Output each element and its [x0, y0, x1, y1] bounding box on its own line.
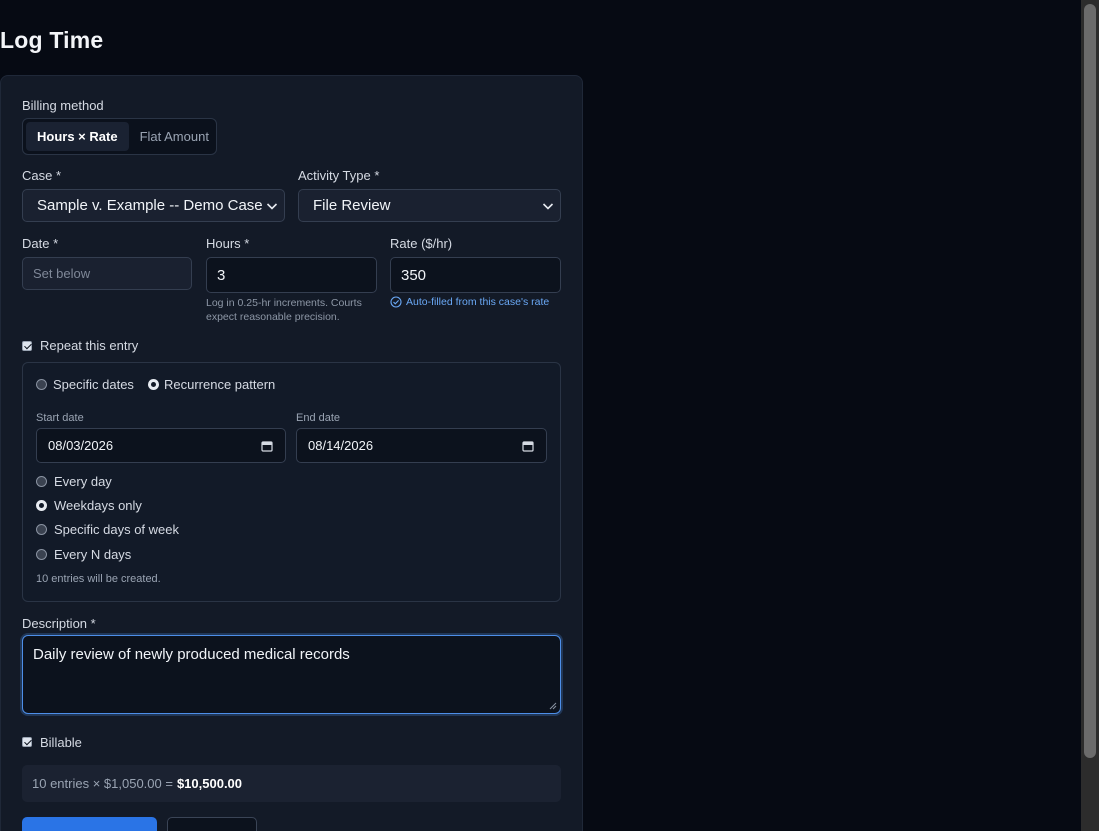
weekdays-only-label: Weekdays only — [54, 498, 142, 513]
every-n-days-radio[interactable] — [36, 549, 47, 560]
resize-handle-icon[interactable] — [549, 702, 557, 710]
rate-input[interactable]: 350 — [390, 257, 561, 293]
billable-checkbox[interactable] — [22, 737, 32, 747]
chevron-down-icon — [266, 202, 278, 210]
description-value: Daily review of newly produced medical r… — [33, 646, 350, 663]
recurrence-pattern-label: Recurrence pattern — [164, 377, 276, 392]
total-amount: $10,500.00 — [176, 776, 243, 791]
check-circle-icon — [390, 296, 402, 308]
calendar-icon[interactable] — [261, 440, 273, 452]
specific-dates-radio[interactable] — [36, 379, 47, 390]
every-n-days-label: Every N days — [54, 547, 132, 562]
cancel-button[interactable] — [167, 817, 257, 831]
end-date-label: End date — [296, 412, 341, 424]
page: Log Time Billing method Hours × Rate Fla… — [0, 0, 1099, 831]
rate-autofill-note: Auto-filled from this case's rate — [390, 296, 549, 308]
date-field[interactable]: Set below — [22, 257, 192, 290]
specific-dates-label: Specific dates — [53, 377, 134, 392]
hours-label: Hours * — [206, 236, 250, 251]
rate-autofill-text: Auto-filled from this case's rate — [406, 296, 550, 308]
case-label: Case * — [22, 168, 62, 183]
repeat-checkbox[interactable] — [22, 341, 32, 351]
case-select[interactable]: Sample v. Example -- Demo Case — [22, 189, 285, 222]
start-date-label: Start date — [36, 412, 84, 424]
activity-type-label: Activity Type * — [298, 168, 380, 183]
rate-value: 350 — [401, 266, 427, 284]
flat-amount-option[interactable]: Flat Amount — [129, 122, 220, 151]
description-label: Description * — [22, 616, 96, 631]
submit-button[interactable] — [22, 817, 157, 831]
page-title: Log Time — [0, 27, 104, 53]
billing-method-toggle: Hours × Rate Flat Amount — [22, 118, 217, 155]
end-date-value: 08/14/2026 — [308, 438, 374, 453]
recurrence-pattern-radio[interactable] — [148, 379, 159, 390]
scrollbar-thumb[interactable] — [1084, 4, 1096, 758]
date-label: Date * — [22, 236, 59, 251]
billable-label: Billable — [40, 735, 82, 750]
hours-input[interactable]: 3 — [206, 257, 377, 293]
every-day-label: Every day — [54, 474, 112, 489]
calendar-icon[interactable] — [522, 440, 534, 452]
repeat-label: Repeat this entry — [40, 338, 139, 353]
total-breakdown: 10 entries × $1,050.00 = — [32, 776, 173, 791]
weekdays-only-radio[interactable] — [36, 500, 47, 511]
rate-label: Rate ($/hr) — [390, 236, 453, 251]
description-textarea[interactable]: Daily review of newly produced medical r… — [22, 635, 561, 714]
hours-help-text: Log in 0.25-hr increments. Courts expect… — [206, 297, 362, 323]
hours-rate-option[interactable]: Hours × Rate — [26, 122, 129, 151]
activity-type-select[interactable]: File Review — [298, 189, 561, 222]
hours-value: 3 — [217, 266, 226, 284]
case-select-value: Sample v. Example -- Demo Case — [37, 197, 263, 214]
total-summary: 10 entries × $1,050.00 = $10,500.00 — [22, 765, 561, 802]
every-day-radio[interactable] — [36, 476, 47, 487]
specific-days-radio[interactable] — [36, 524, 47, 535]
activity-type-value: File Review — [313, 197, 391, 214]
start-date-input[interactable]: 08/03/2026 — [36, 428, 286, 463]
date-placeholder: Set below — [33, 266, 91, 281]
specific-days-label: Specific days of week — [54, 522, 180, 537]
billing-method-label: Billing method — [22, 98, 104, 113]
entries-summary: 10 entries will be created. — [36, 573, 161, 585]
end-date-input[interactable]: 08/14/2026 — [296, 428, 547, 463]
start-date-value: 08/03/2026 — [48, 438, 114, 453]
chevron-down-icon — [542, 202, 554, 210]
